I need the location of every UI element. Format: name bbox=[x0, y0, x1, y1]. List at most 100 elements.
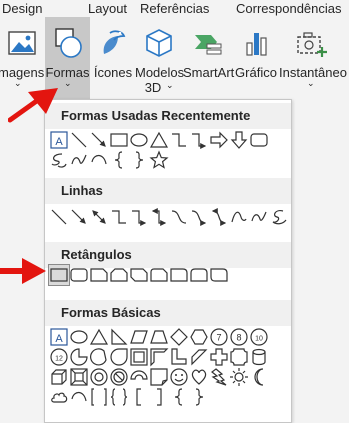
hexagon-icon bbox=[190, 329, 208, 345]
shape-hexagon[interactable] bbox=[189, 327, 209, 347]
shape-line-arrow[interactable] bbox=[89, 130, 109, 150]
tab-layout[interactable]: Layout bbox=[88, 0, 127, 17]
shape-right-brace[interactable] bbox=[189, 387, 209, 407]
line-double-arrow-icon bbox=[92, 210, 106, 224]
elbow-arrow-connector-icon bbox=[132, 210, 147, 226]
shape-text-box[interactable]: A bbox=[49, 130, 69, 150]
shape-no-symbol[interactable] bbox=[109, 367, 129, 387]
shape-right-triangle[interactable] bbox=[109, 327, 129, 347]
shape-snip-and-round-single-corner-rectangle[interactable] bbox=[149, 265, 169, 285]
shape-down-arrow[interactable] bbox=[229, 130, 249, 150]
tab-design[interactable]: Design bbox=[2, 0, 42, 17]
shape-cloud[interactable] bbox=[49, 387, 69, 407]
shape-left-bracket[interactable] bbox=[129, 387, 149, 407]
shape-right-bracket[interactable] bbox=[149, 387, 169, 407]
shape-line[interactable] bbox=[49, 207, 69, 227]
shape-oval[interactable] bbox=[69, 327, 89, 347]
shape-curved-arrow-connector[interactable] bbox=[189, 207, 209, 227]
shape-smiley-face[interactable] bbox=[169, 367, 189, 387]
shape-arc[interactable] bbox=[89, 150, 109, 170]
shape-snip-diagonal-corner-rectangle[interactable] bbox=[129, 265, 149, 285]
shape-triangle[interactable] bbox=[89, 327, 109, 347]
shape-rounded-rectangle[interactable] bbox=[69, 265, 89, 285]
shape-parallelogram[interactable] bbox=[129, 327, 149, 347]
shape-text-box[interactable]: A bbox=[49, 327, 69, 347]
chart-icon bbox=[246, 33, 267, 56]
dodecagon-icon: 12 bbox=[50, 348, 68, 366]
bevel-icon bbox=[70, 368, 88, 386]
shape-left-brace[interactable] bbox=[169, 387, 189, 407]
shape-folded-corner[interactable] bbox=[149, 367, 169, 387]
shape-freeform-scribble[interactable] bbox=[49, 150, 69, 170]
shape-pie[interactable] bbox=[69, 347, 89, 367]
shape-line-double-arrow[interactable] bbox=[89, 207, 109, 227]
shape-elbow-double-arrow-connector[interactable] bbox=[149, 207, 169, 227]
shape-triangle[interactable] bbox=[149, 130, 169, 150]
shape-freeform[interactable] bbox=[69, 150, 89, 170]
shape-bevel[interactable] bbox=[69, 367, 89, 387]
svg-text:A: A bbox=[55, 333, 63, 345]
shape-rectangle[interactable] bbox=[109, 130, 129, 150]
shape-snip-same-side-corner-rectangle[interactable] bbox=[109, 265, 129, 285]
models-3d-label-line2: 3D bbox=[144, 80, 162, 95]
shape-moon[interactable] bbox=[249, 367, 269, 387]
screenshot-button[interactable]: Instantâneo ⌄ bbox=[279, 17, 347, 100]
shape-diamond[interactable] bbox=[169, 327, 189, 347]
shape-round-diagonal-corner-rectangle[interactable] bbox=[209, 265, 229, 285]
shape-curved-connector[interactable] bbox=[169, 207, 189, 227]
shape-arc[interactable] bbox=[69, 387, 89, 407]
shape-line-arrow[interactable] bbox=[69, 207, 89, 227]
shape-octagon[interactable]: 8 bbox=[229, 327, 249, 347]
tab-references[interactable]: Referências bbox=[140, 0, 209, 17]
shape-rectangle[interactable] bbox=[48, 264, 70, 286]
shape-right-arrow[interactable] bbox=[209, 130, 229, 150]
section-title-rectangles: Retângulos bbox=[61, 247, 132, 262]
shape-can[interactable] bbox=[249, 347, 269, 367]
shape-elbow-connector[interactable] bbox=[169, 130, 189, 150]
shape-rounded-rectangle[interactable] bbox=[249, 130, 269, 150]
tab-mailings[interactable]: Correspondências bbox=[236, 0, 342, 17]
shape-chord[interactable] bbox=[89, 347, 109, 367]
shape-round-single-corner-rectangle[interactable] bbox=[169, 265, 189, 285]
shape-curve[interactable] bbox=[229, 207, 249, 227]
shape-half-frame[interactable] bbox=[149, 347, 169, 367]
chart-button[interactable]: Gráfico bbox=[233, 17, 279, 100]
shape-double-bracket[interactable] bbox=[89, 387, 109, 407]
shape-l-shape[interactable] bbox=[169, 347, 189, 367]
shape-oval[interactable] bbox=[129, 130, 149, 150]
shape-scribble[interactable] bbox=[269, 207, 289, 227]
shape-donut[interactable] bbox=[89, 367, 109, 387]
shape-snip-single-corner-rectangle[interactable] bbox=[89, 265, 109, 285]
shape-dodecagon[interactable]: 12 bbox=[49, 347, 69, 367]
triangle-icon bbox=[149, 131, 169, 148]
shape-elbow-arrow-connector[interactable] bbox=[129, 207, 149, 227]
shape-diagonal-stripe[interactable] bbox=[189, 347, 209, 367]
shape-line[interactable] bbox=[69, 130, 89, 150]
shape-double-brace[interactable] bbox=[109, 387, 129, 407]
chart-label: Gráfico bbox=[235, 65, 277, 80]
shape-plaque[interactable] bbox=[229, 347, 249, 367]
shape-round-same-side-corner-rectangle[interactable] bbox=[189, 265, 209, 285]
shape-teardrop[interactable] bbox=[109, 347, 129, 367]
shape-left-brace[interactable] bbox=[109, 150, 129, 170]
shape-decagon[interactable]: 10 bbox=[249, 327, 269, 347]
models-3d-button[interactable]: Modelos 3D ⌄ bbox=[135, 17, 184, 100]
shape-lightning-bolt[interactable] bbox=[209, 367, 229, 387]
shape-freeform[interactable] bbox=[249, 207, 269, 227]
shape-sun[interactable] bbox=[229, 367, 249, 387]
shape-frame[interactable] bbox=[129, 347, 149, 367]
shape-star[interactable] bbox=[149, 150, 169, 170]
shape-cube[interactable] bbox=[49, 367, 69, 387]
shape-curved-double-arrow-connector[interactable] bbox=[209, 207, 229, 227]
smartart-button[interactable]: SmartArt bbox=[183, 17, 234, 100]
shape-heart[interactable] bbox=[189, 367, 209, 387]
section-title-recent: Formas Usadas Recentemente bbox=[61, 108, 251, 123]
shape-right-brace[interactable] bbox=[129, 150, 149, 170]
shape-cross[interactable] bbox=[209, 347, 229, 367]
section-title-basic: Formas Básicas bbox=[61, 305, 161, 320]
shape-block-arc[interactable] bbox=[129, 367, 149, 387]
shape-elbow-arrow-connector[interactable] bbox=[189, 130, 209, 150]
shape-heptagon[interactable]: 7 bbox=[209, 327, 229, 347]
shape-elbow-connector[interactable] bbox=[109, 207, 129, 227]
shape-trapezoid[interactable] bbox=[149, 327, 169, 347]
